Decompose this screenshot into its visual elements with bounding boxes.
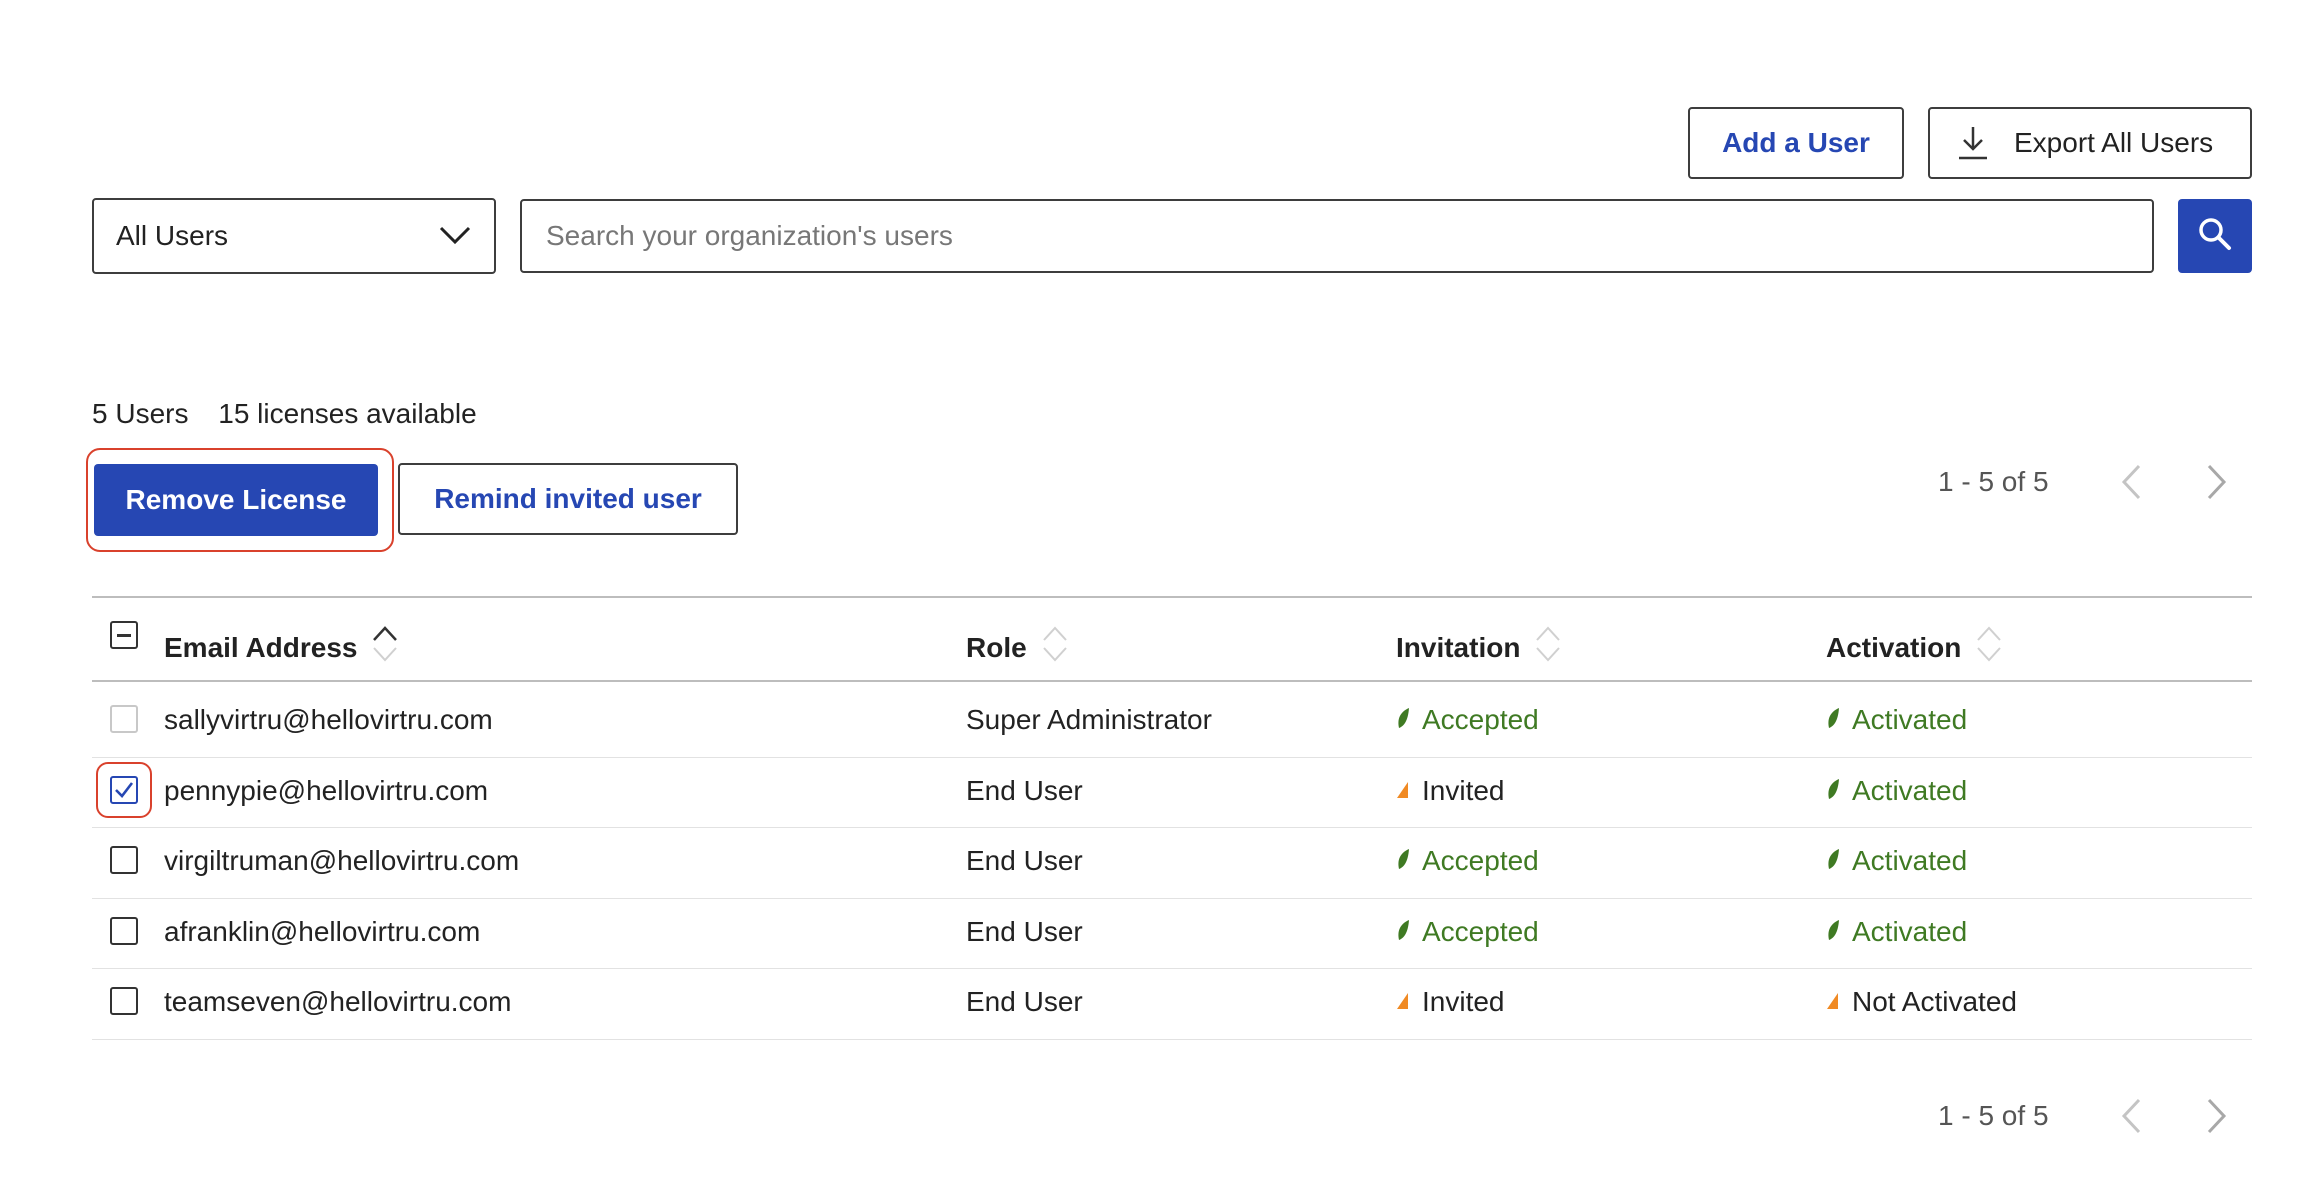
invitation-status-label: Accepted	[1422, 915, 1539, 947]
chevron-left-icon	[2121, 1098, 2141, 1134]
row-checkbox[interactable]	[110, 846, 138, 875]
sort-icon	[1975, 624, 2003, 671]
column-header-email[interactable]: Email Address	[164, 624, 399, 671]
row-divider	[92, 968, 2252, 969]
chevron-right-icon	[2207, 1098, 2227, 1134]
next-page-button[interactable]	[2174, 1097, 2260, 1135]
triangle-status-icon	[1396, 775, 1412, 807]
previous-page-button[interactable]	[2088, 463, 2174, 501]
previous-page-button[interactable]	[2088, 1097, 2174, 1135]
search-icon	[2197, 216, 2233, 257]
next-page-button[interactable]	[2174, 463, 2260, 501]
row-checkbox[interactable]	[110, 987, 138, 1016]
indeterminate-mark	[117, 634, 131, 637]
user-filter-select[interactable]: All Users	[92, 198, 496, 274]
search-input[interactable]	[520, 199, 2154, 273]
leaf-status-icon	[1396, 916, 1412, 948]
row-invitation-status: Accepted	[1396, 704, 1539, 736]
row-checkbox-highlight	[96, 761, 152, 818]
row-email: pennypie@hellovirtru.com	[164, 774, 489, 806]
leaf-status-icon	[1826, 845, 1842, 877]
row-email: sallyvirtru@hellovirtru.com	[164, 704, 493, 736]
remove-license-label: Remove License	[125, 484, 347, 515]
table-top-border	[92, 596, 2252, 598]
row-activation-status: Activated	[1826, 704, 1967, 736]
column-header-activation[interactable]: Activation	[1826, 624, 2003, 671]
triangle-status-icon	[1396, 986, 1412, 1018]
activation-header-label: Activation	[1826, 631, 1962, 663]
row-divider	[92, 1039, 2252, 1040]
leaf-status-icon	[1826, 704, 1842, 736]
invitation-header-label: Invitation	[1396, 631, 1521, 663]
role-header-label: Role	[966, 631, 1027, 663]
invitation-status-label: Accepted	[1422, 704, 1539, 736]
row-activation-status: Not Activated	[1826, 986, 2017, 1018]
email-header-label: Email Address	[164, 631, 358, 663]
row-checkbox	[110, 705, 138, 734]
pagination-bottom: 1 - 5 of 5	[1938, 1096, 2260, 1136]
row-divider	[92, 898, 2252, 899]
users-count: 5 Users	[92, 398, 189, 429]
row-role: End User	[966, 986, 1083, 1018]
row-email: afranklin@hellovirtru.com	[164, 915, 481, 947]
chevron-down-icon	[438, 222, 472, 255]
table-header-border	[92, 680, 2252, 682]
activation-status-label: Activated	[1852, 704, 1968, 736]
chevron-left-icon	[2121, 464, 2141, 500]
row-invitation-status: Accepted	[1396, 916, 1539, 948]
row-divider	[92, 757, 2252, 758]
remind-invited-user-button[interactable]: Remind invited user	[398, 463, 738, 535]
export-label: Export All Users	[2014, 127, 2214, 158]
leaf-status-icon	[1826, 775, 1842, 807]
select-all-checkbox[interactable]	[110, 621, 138, 649]
download-icon	[1956, 125, 1990, 161]
remove-license-button[interactable]: Remove License	[94, 464, 378, 536]
activation-status-label: Activated	[1852, 845, 1968, 877]
sort-icon	[1041, 624, 1069, 671]
leaf-status-icon	[1396, 845, 1412, 877]
pagination-range: 1 - 5 of 5	[1938, 466, 2049, 497]
row-role: End User	[966, 774, 1083, 806]
sort-ascending-icon	[371, 624, 399, 671]
triangle-status-icon	[1826, 986, 1842, 1018]
add-user-button[interactable]: Add a User	[1688, 107, 1904, 179]
row-checkbox[interactable]	[110, 916, 138, 945]
remind-invited-label: Remind invited user	[434, 483, 702, 514]
row-divider	[92, 827, 2252, 828]
users-summary: 5 Users 15 licenses available	[92, 398, 499, 430]
pagination-top: 1 - 5 of 5	[1938, 462, 2260, 502]
row-role: End User	[966, 915, 1083, 947]
activation-status-label: Activated	[1852, 915, 1968, 947]
activation-status-label: Not Activated	[1852, 986, 2017, 1018]
invitation-status-label: Accepted	[1422, 845, 1539, 877]
row-activation-status: Activated	[1826, 845, 1967, 877]
sort-icon	[1534, 624, 1562, 671]
row-email: virgiltruman@hellovirtru.com	[164, 845, 520, 877]
row-activation-status: Activated	[1826, 916, 1967, 948]
row-role: Super Administrator	[966, 704, 1212, 736]
user-filter-value: All Users	[116, 220, 229, 251]
row-invitation-status: Invited	[1396, 986, 1505, 1018]
row-invitation-status: Accepted	[1396, 845, 1539, 877]
column-header-invitation[interactable]: Invitation	[1396, 624, 1562, 671]
row-activation-status: Activated	[1826, 775, 1967, 807]
column-header-role[interactable]: Role	[966, 624, 1069, 671]
chevron-right-icon	[2207, 464, 2227, 500]
activation-status-label: Activated	[1852, 774, 1968, 806]
licenses-available: 15 licenses available	[218, 398, 477, 429]
leaf-status-icon	[1396, 704, 1412, 736]
leaf-status-icon	[1826, 916, 1842, 948]
invitation-status-label: Invited	[1422, 774, 1505, 806]
search-button[interactable]	[2178, 199, 2252, 273]
invitation-status-label: Invited	[1422, 986, 1505, 1018]
row-email: teamseven@hellovirtru.com	[164, 986, 512, 1018]
row-invitation-status: Invited	[1396, 775, 1505, 807]
add-user-label: Add a User	[1722, 127, 1870, 158]
row-role: End User	[966, 845, 1083, 877]
pagination-range: 1 - 5 of 5	[1938, 1100, 2049, 1131]
export-all-users-button[interactable]: Export All Users	[1928, 107, 2252, 179]
